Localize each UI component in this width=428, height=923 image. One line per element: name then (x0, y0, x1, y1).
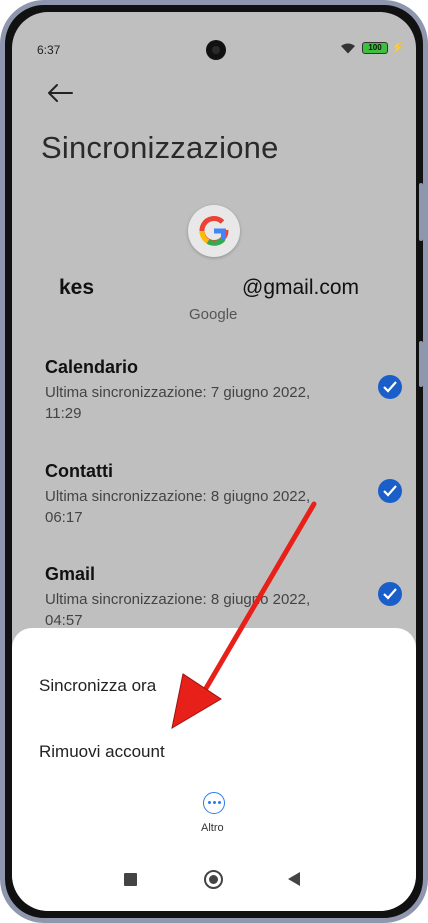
recent-apps-icon[interactable] (124, 873, 137, 886)
sync-item-title: Calendario (45, 357, 139, 377)
sync-item-title: Gmail (45, 564, 96, 584)
check-icon[interactable] (378, 479, 402, 503)
back-arrow-icon[interactable] (45, 78, 75, 108)
remove-account-option[interactable]: Rimuovi account (39, 742, 165, 762)
battery-level: 100 (368, 43, 382, 52)
wifi-icon (341, 43, 355, 54)
sync-item-title: Contatti (45, 461, 113, 481)
check-icon[interactable] (378, 582, 402, 606)
phone-frame: 6:37 100 ⚡ Sincronizzazione kes @gmail.c… (0, 0, 428, 923)
sync-now-option[interactable]: Sincronizza ora (39, 676, 156, 696)
sync-item-contacts[interactable]: Contatti Ultima sincronizzazione: 8 giug… (45, 461, 405, 528)
more-icon[interactable] (203, 792, 225, 814)
status-bar: 6:37 100 ⚡ (12, 12, 416, 60)
account-email-suffix: @gmail.com (242, 276, 360, 299)
page-title: Sincronizzazione (41, 130, 279, 165)
bottom-sheet: Sincronizza ora Rimuovi account Altro (12, 628, 416, 911)
power-button (419, 341, 423, 387)
account-email-prefix: kes (59, 276, 95, 299)
nav-back-icon[interactable] (288, 872, 300, 886)
home-icon[interactable] (204, 870, 223, 889)
more-label[interactable]: Altro (201, 822, 224, 834)
sync-item-gmail[interactable]: Gmail Ultima sincronizzazione: 8 giugno … (45, 564, 405, 631)
google-logo-icon (188, 205, 240, 257)
account-type: Google (189, 306, 238, 323)
volume-button (419, 183, 423, 241)
status-time: 6:37 (37, 43, 61, 57)
sync-item-subtitle: Ultima sincronizzazione: 8 giugno 2022, … (45, 591, 311, 629)
sync-item-subtitle: Ultima sincronizzazione: 8 giugno 2022, … (45, 488, 311, 526)
charging-icon: ⚡ (391, 42, 405, 54)
sync-item-calendar[interactable]: Calendario Ultima sincronizzazione: 7 gi… (45, 357, 405, 424)
front-camera (206, 40, 226, 60)
check-icon[interactable] (378, 375, 402, 399)
screen: 6:37 100 ⚡ Sincronizzazione kes @gmail.c… (12, 12, 416, 911)
sync-item-subtitle: Ultima sincronizzazione: 7 giugno 2022, … (45, 384, 311, 422)
battery-icon: 100 (362, 42, 388, 54)
